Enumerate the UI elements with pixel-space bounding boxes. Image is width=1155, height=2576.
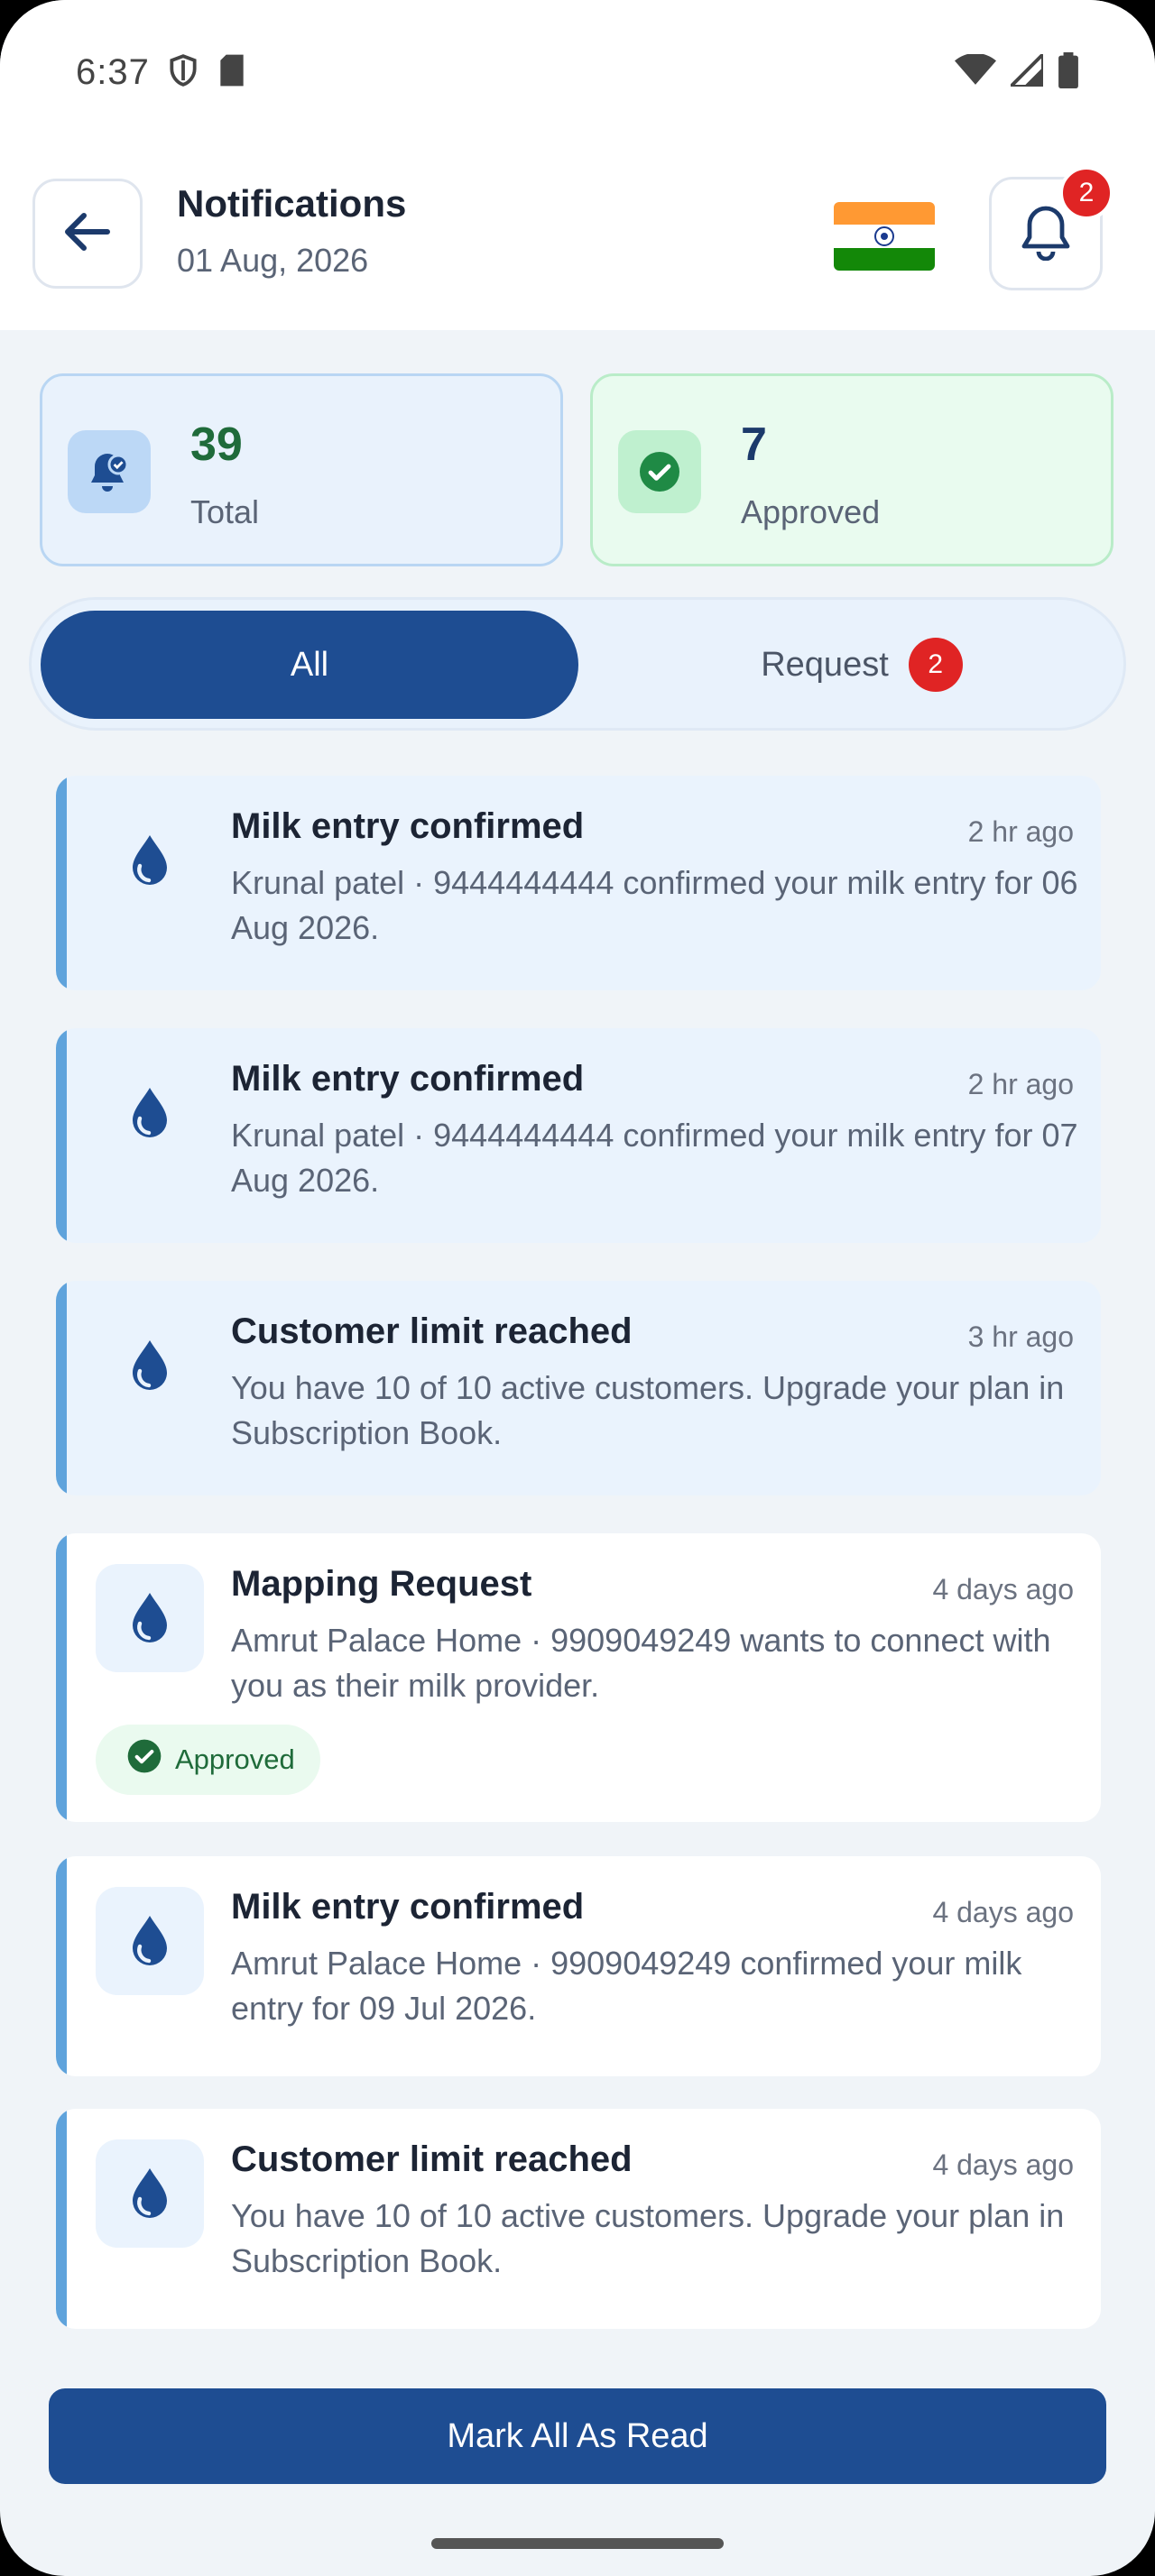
status-badge-label: Approved (175, 1743, 295, 1775)
status-badge: Approved (96, 1725, 320, 1795)
total-label: Total (190, 493, 260, 530)
notification-time: 2 hr ago (967, 815, 1074, 848)
approved-count: 7 (741, 419, 767, 471)
mark-all-read-button[interactable]: Mark All As Read (49, 2388, 1106, 2484)
status-bar: 6:37 (0, 0, 1155, 144)
notification-title: Customer limit reached (231, 1311, 633, 1351)
notification-card[interactable]: Milk entry confirmed 4 days ago Amrut Pa… (56, 1856, 1101, 2076)
page-date: 01 Aug, 2026 (177, 242, 369, 279)
notification-title: Milk entry confirmed (231, 806, 585, 846)
milk-drop-icon (96, 1564, 204, 1672)
milk-drop-icon (96, 806, 204, 915)
tab-request[interactable]: Request 2 (609, 611, 1114, 719)
screen: 6:37 Notifications 01 Aug, 2026 2 39 Tot… (0, 0, 1155, 2576)
battery-icon (1058, 51, 1079, 93)
page-title: Notifications (177, 182, 407, 225)
notification-body: Krunal patel · 9444444444 confirmed your… (231, 1117, 1078, 1199)
notification-title: Customer limit reached (231, 2139, 633, 2179)
app-header: Notifications 01 Aug, 2026 (0, 144, 1155, 330)
notification-body: Krunal patel · 9444444444 confirmed your… (231, 864, 1078, 946)
notification-title: Milk entry confirmed (231, 1059, 585, 1099)
check-circle-icon (126, 1738, 162, 1781)
status-time: 6:37 (76, 51, 150, 92)
total-stat-card: 39 Total (40, 373, 563, 566)
notification-time: 4 days ago (932, 2148, 1074, 2181)
bell-check-icon (68, 430, 151, 513)
approved-label: Approved (741, 493, 881, 530)
notification-card[interactable]: Customer limit reached 4 days ago You ha… (56, 2109, 1101, 2329)
accent-bar (56, 1533, 67, 1822)
notification-time: 3 hr ago (967, 1320, 1074, 1353)
milk-drop-icon (96, 1887, 204, 1995)
shield-icon (166, 53, 200, 92)
unread-accent-bar (56, 1281, 67, 1495)
signal-icon (1006, 49, 1045, 91)
notification-body: Amrut Palace Home · 9909049249 confirmed… (231, 1945, 1022, 2027)
notification-body: Amrut Palace Home · 9909049249 wants to … (231, 1622, 1051, 1704)
notification-card[interactable]: Milk entry confirmed 2 hr ago Krunal pat… (56, 1028, 1101, 1243)
filter-tabs: All Request 2 (29, 597, 1126, 731)
india-flag-icon[interactable] (834, 202, 935, 271)
approved-stat-card: 7 Approved (590, 373, 1113, 566)
request-count-badge: 2 (908, 638, 963, 692)
notification-card[interactable]: Milk entry confirmed 2 hr ago Krunal pat… (56, 776, 1101, 990)
arrow-left-icon (64, 212, 111, 256)
notification-card[interactable]: Customer limit reached 3 hr ago You have… (56, 1281, 1101, 1495)
home-indicator[interactable] (431, 2538, 724, 2549)
check-circle-icon (618, 430, 701, 513)
notification-title: Mapping Request (231, 1564, 532, 1604)
milk-drop-icon (96, 1059, 204, 1167)
wifi-icon (955, 52, 996, 91)
notification-count-badge: 2 (1059, 166, 1113, 220)
back-button[interactable] (32, 179, 143, 289)
notification-time: 4 days ago (932, 1573, 1074, 1605)
milk-drop-icon (96, 1311, 204, 1420)
notification-body: You have 10 of 10 active customers. Upgr… (231, 2197, 1065, 2279)
milk-drop-icon (96, 2139, 204, 2248)
tab-request-label: Request (761, 645, 889, 684)
sd-card-icon (217, 53, 247, 92)
unread-accent-bar (56, 1028, 67, 1243)
accent-bar (56, 2109, 67, 2329)
notification-body: You have 10 of 10 active customers. Upgr… (231, 1369, 1065, 1451)
tab-all[interactable]: All (41, 611, 578, 719)
accent-bar (56, 1856, 67, 2076)
notification-title: Milk entry confirmed (231, 1887, 585, 1927)
notification-time: 2 hr ago (967, 1068, 1074, 1100)
total-count: 39 (190, 419, 243, 471)
notification-time: 4 days ago (932, 1896, 1074, 1928)
notification-card[interactable]: Mapping Request 4 days ago Amrut Palace … (56, 1533, 1101, 1822)
unread-accent-bar (56, 776, 67, 990)
bell-icon (1019, 203, 1073, 265)
